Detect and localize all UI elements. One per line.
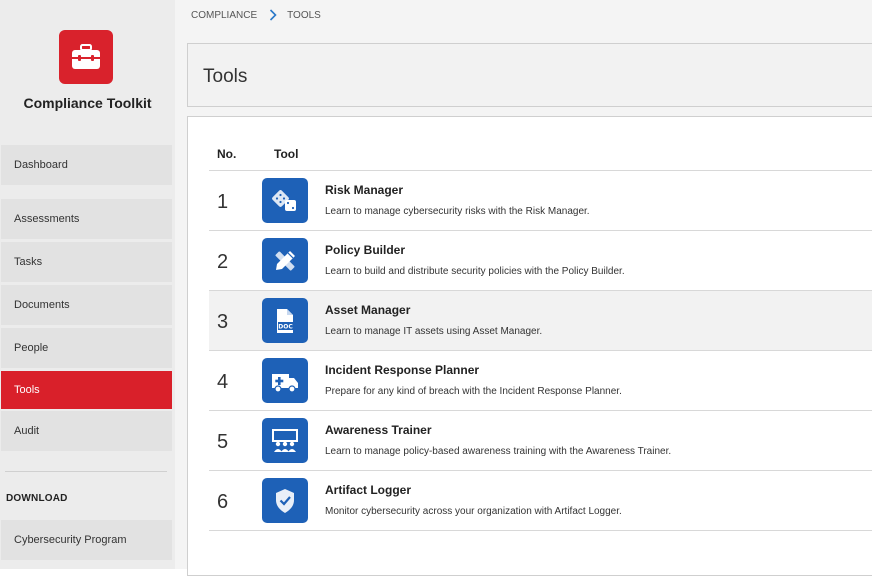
sidebar-item-tasks[interactable]: Tasks (1, 242, 172, 282)
tool-description: Learn to manage policy-based awareness t… (325, 446, 672, 457)
sidebar-item-dashboard[interactable]: Dashboard (1, 145, 172, 185)
tool-name[interactable]: Asset Manager (325, 303, 410, 317)
tool-name[interactable]: Incident Response Planner (325, 363, 479, 377)
row-number: 6 (217, 491, 229, 513)
row-number: 3 (217, 311, 229, 333)
ambulance-icon[interactable] (262, 358, 308, 403)
breadcrumb-item-compliance[interactable]: COMPLIANCE (191, 10, 257, 21)
dice-icon[interactable] (262, 178, 308, 223)
column-header-tool: Tool (274, 147, 299, 161)
tool-description: Learn to manage IT assets using Asset Ma… (325, 326, 543, 337)
table-row[interactable]: 1 Risk Manager Learn to manage cybersecu… (209, 170, 872, 230)
row-number: 5 (217, 431, 229, 453)
table-bottom-border (209, 530, 872, 531)
tool-name[interactable]: Policy Builder (325, 243, 405, 257)
presentation-audience-icon[interactable] (262, 418, 308, 463)
table-row[interactable]: 3 DOC Asset Manager Learn to manage IT a… (209, 290, 872, 350)
page-header: Tools (187, 43, 872, 107)
table-row[interactable]: 6 Artifact Logger Monitor cybersecurity … (209, 470, 872, 530)
sidebar: Compliance Toolkit Dashboard Assessments… (0, 0, 175, 569)
app-title: Compliance Toolkit (23, 95, 152, 111)
pencil-ruler-icon[interactable] (262, 238, 308, 283)
page-title: Tools (203, 66, 248, 87)
tool-description: Learn to manage cybersecurity risks with… (325, 206, 590, 217)
main-content: COMPLIANCE TOOLS Tools No. Tool 1 Risk M… (175, 0, 872, 576)
sidebar-item-tools[interactable]: Tools (1, 371, 172, 409)
chevron-right-icon (269, 9, 277, 21)
sidebar-item-assessments[interactable]: Assessments (1, 199, 172, 239)
svg-text:DOC: DOC (278, 323, 293, 330)
tools-table: No. Tool 1 Risk Manager Learn to manage … (187, 116, 872, 576)
breadcrumb: COMPLIANCE TOOLS (191, 9, 321, 21)
tool-name[interactable]: Awareness Trainer (325, 423, 432, 437)
sidebar-item-cybersecurity-program[interactable]: Cybersecurity Program (1, 520, 172, 560)
download-section-label: DOWNLOAD (6, 493, 68, 504)
tool-description: Prepare for any kind of breach with the … (325, 386, 622, 397)
sidebar-divider (5, 471, 167, 472)
sidebar-item-documents[interactable]: Documents (1, 285, 172, 325)
sidebar-item-audit[interactable]: Audit (1, 411, 172, 451)
doc-file-icon[interactable]: DOC (262, 298, 308, 343)
row-number: 1 (217, 191, 229, 213)
shield-check-icon[interactable] (262, 478, 308, 523)
tool-description: Learn to build and distribute security p… (325, 266, 625, 277)
toolbox-icon[interactable] (59, 30, 113, 84)
sidebar-item-people[interactable]: People (1, 328, 172, 368)
tool-name[interactable]: Risk Manager (325, 183, 403, 197)
tool-name[interactable]: Artifact Logger (325, 483, 411, 497)
table-row[interactable]: 5 Awareness Trainer Learn to manage poli… (209, 410, 872, 470)
tool-description: Monitor cybersecurity across your organi… (325, 506, 622, 517)
row-number: 2 (217, 251, 229, 273)
row-number: 4 (217, 371, 229, 393)
breadcrumb-item-tools: TOOLS (287, 9, 321, 21)
table-row[interactable]: 4 Incident Response Planner Prepare for … (209, 350, 872, 410)
table-row[interactable]: 2 Policy Builder Learn to build and dist… (209, 230, 872, 290)
column-header-number: No. (217, 147, 237, 161)
